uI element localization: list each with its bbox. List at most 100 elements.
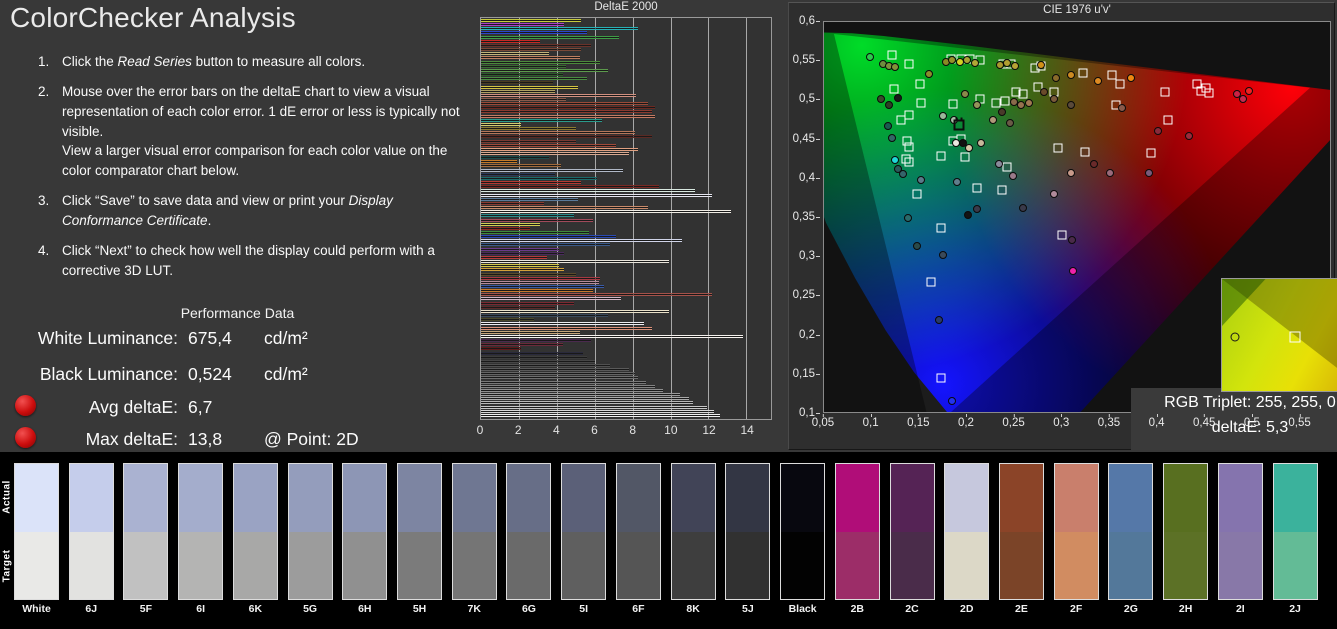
target-point[interactable] [936, 373, 946, 383]
measured-point[interactable] [1185, 131, 1194, 140]
target-point[interactable] [1078, 68, 1088, 78]
measured-point[interactable] [965, 143, 974, 152]
error-bar[interactable] [481, 77, 588, 81]
error-bar[interactable] [481, 189, 696, 193]
measured-point[interactable] [883, 121, 892, 130]
measured-point[interactable] [1068, 266, 1077, 275]
error-bar[interactable] [481, 156, 550, 160]
target-point[interactable] [936, 223, 946, 233]
comparator-swatch-2B[interactable] [834, 463, 880, 600]
error-bar[interactable] [481, 197, 578, 201]
measured-point[interactable] [925, 70, 934, 79]
error-bar[interactable] [481, 251, 565, 255]
error-bar[interactable] [481, 160, 517, 164]
error-bar[interactable] [481, 235, 616, 239]
error-bar[interactable] [481, 413, 720, 417]
comparator-swatch-5J[interactable] [725, 463, 771, 600]
error-bar[interactable] [481, 297, 622, 301]
measured-point[interactable] [952, 177, 961, 186]
error-bar[interactable] [481, 48, 582, 52]
error-bar[interactable] [481, 264, 559, 268]
error-bar[interactable] [481, 73, 563, 77]
error-bar[interactable] [481, 131, 635, 135]
target-point[interactable] [1000, 96, 1010, 106]
measured-point[interactable] [1040, 88, 1049, 97]
error-bar[interactable] [481, 56, 580, 60]
target-point[interactable] [916, 98, 926, 108]
error-bar[interactable] [481, 168, 624, 172]
error-bar[interactable] [481, 39, 540, 43]
target-point[interactable] [1160, 87, 1170, 97]
target-point[interactable] [1002, 162, 1012, 172]
measured-point[interactable] [865, 53, 874, 62]
error-bar[interactable] [481, 380, 646, 384]
measured-point[interactable] [1154, 127, 1163, 136]
measured-point[interactable] [1089, 159, 1098, 168]
comparator-swatch-6K[interactable] [232, 463, 278, 600]
error-bar[interactable] [481, 272, 576, 276]
target-point[interactable] [1163, 115, 1173, 125]
measured-point[interactable] [1066, 169, 1075, 178]
error-bar[interactable] [481, 31, 588, 35]
error-bar[interactable] [481, 334, 743, 338]
measured-point[interactable] [1037, 60, 1046, 69]
error-bar[interactable] [481, 106, 656, 110]
error-bar[interactable] [481, 102, 648, 106]
measured-point[interactable] [1008, 171, 1017, 180]
measured-point[interactable] [1051, 74, 1060, 83]
comparator-swatch-2I[interactable] [1217, 463, 1263, 600]
error-bar[interactable] [481, 397, 690, 401]
measured-point[interactable] [1049, 95, 1058, 104]
error-bar[interactable] [481, 401, 694, 405]
error-bar[interactable] [481, 214, 574, 218]
error-bar[interactable] [481, 326, 652, 330]
error-bar[interactable] [481, 388, 663, 392]
measured-point[interactable] [916, 175, 925, 184]
error-bar[interactable] [481, 351, 584, 355]
measured-point[interactable] [904, 213, 913, 222]
comparator-swatch-5F[interactable] [123, 463, 169, 600]
measured-point[interactable] [1066, 101, 1075, 110]
target-point[interactable] [1053, 143, 1063, 153]
error-bar[interactable] [481, 139, 576, 143]
measured-point[interactable] [888, 134, 897, 143]
target-point[interactable] [960, 152, 969, 162]
measured-point[interactable] [960, 89, 969, 98]
error-bar[interactable] [481, 19, 582, 22]
error-bar[interactable] [481, 114, 656, 118]
measured-point[interactable] [938, 251, 947, 260]
error-bar[interactable] [481, 118, 603, 122]
measured-point[interactable] [913, 241, 922, 250]
measured-point[interactable] [1118, 103, 1127, 112]
error-bar[interactable] [481, 243, 610, 247]
error-bar[interactable] [481, 27, 639, 31]
error-bar[interactable] [481, 176, 597, 180]
comparator-swatch-2H[interactable] [1163, 463, 1209, 600]
target-point[interactable] [948, 99, 958, 109]
error-bar[interactable] [481, 135, 652, 139]
measured-point[interactable] [934, 315, 943, 324]
error-bar[interactable] [481, 164, 561, 168]
error-bar[interactable] [481, 43, 591, 47]
comparator-swatch-2C[interactable] [889, 463, 935, 600]
target-point[interactable] [997, 185, 1007, 195]
error-bar[interactable] [481, 172, 555, 176]
comparator-swatch-2F[interactable] [1053, 463, 1099, 600]
comparator-swatch-7K[interactable] [451, 463, 497, 600]
error-bar[interactable] [481, 276, 601, 280]
measured-point[interactable] [898, 170, 907, 179]
error-bar[interactable] [481, 372, 635, 376]
error-bar[interactable] [481, 305, 555, 309]
measured-point[interactable] [1025, 99, 1034, 108]
comparator-swatch-5I[interactable] [561, 463, 607, 600]
error-bar[interactable] [481, 110, 652, 114]
measured-point[interactable] [1238, 95, 1247, 104]
error-bar[interactable] [481, 280, 599, 284]
error-bar[interactable] [481, 405, 707, 409]
error-bar[interactable] [481, 393, 681, 397]
target-point[interactable] [991, 98, 1001, 108]
error-bar[interactable] [481, 268, 565, 272]
error-bar[interactable] [481, 201, 544, 205]
error-bar[interactable] [481, 81, 554, 85]
target-point[interactable] [904, 59, 914, 69]
